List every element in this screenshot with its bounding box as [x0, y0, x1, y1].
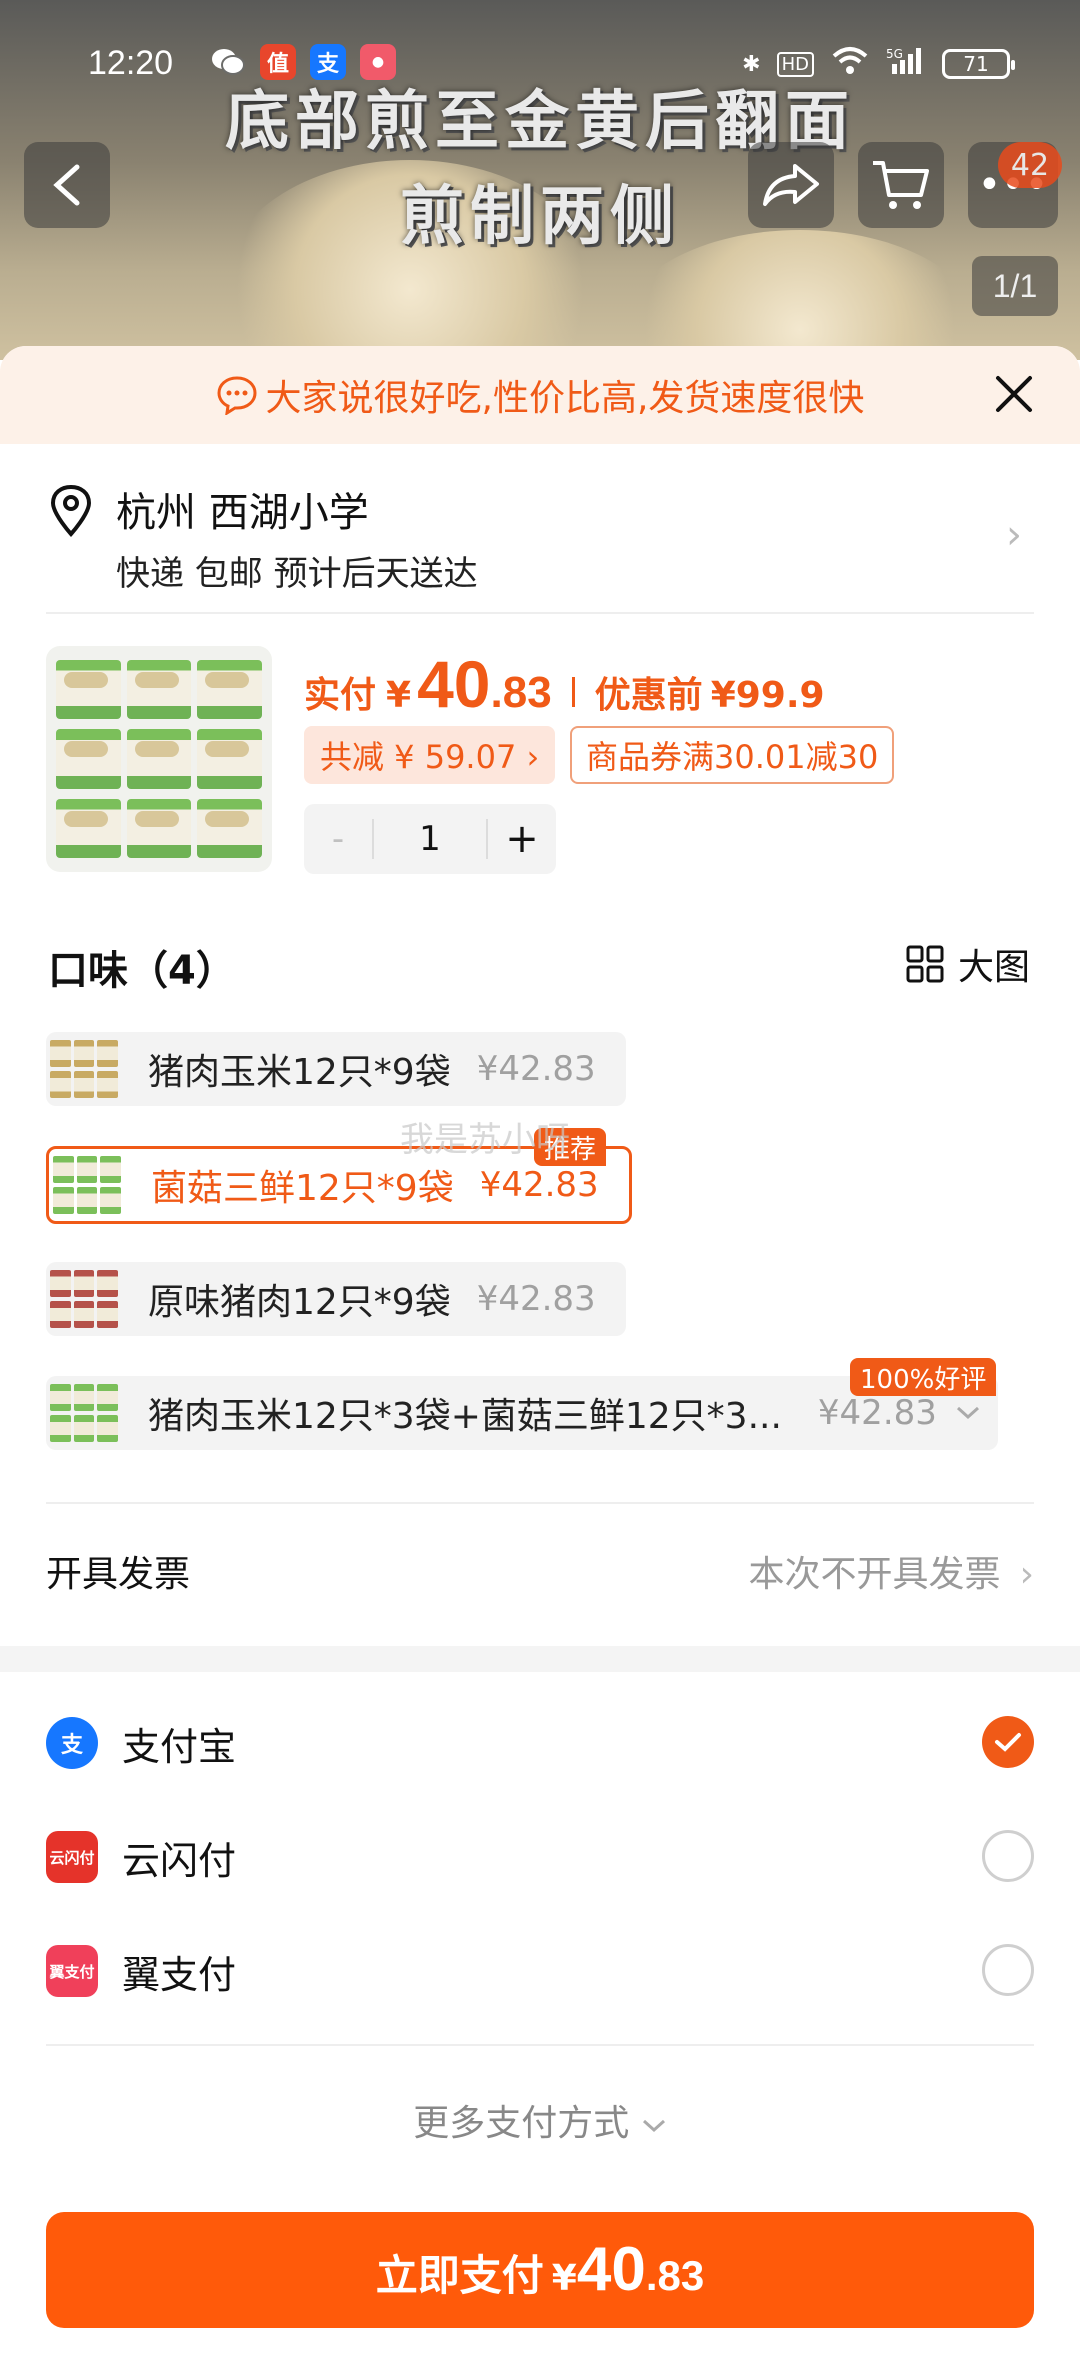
flavor-thumbnail [46, 1376, 122, 1450]
zhi-app-icon: 值 [260, 44, 296, 80]
flavor-section-title: 口味（4） [48, 948, 236, 994]
invoice-value: 本次不开具发票 [748, 1554, 1001, 1595]
divider [46, 2044, 1034, 2046]
game-app-icon: ● [360, 44, 396, 80]
close-icon[interactable] [990, 370, 1038, 418]
shipping-info: 快递 包邮 预计后天送达 [116, 554, 478, 594]
flavor-name: 菌菇三鲜12只*9袋 [151, 1168, 454, 1209]
status-time: 12:20 [88, 44, 174, 82]
chevron-left-icon [53, 164, 80, 206]
payment-radio-selected[interactable] [982, 1716, 1034, 1768]
payment-option-alipay[interactable]: 支 支付宝 [46, 1708, 1034, 1778]
pay-label: 实付 [304, 675, 377, 716]
quantity-plus-button[interactable]: + [488, 816, 556, 862]
alipay-icon: 支 [46, 1717, 98, 1769]
media-pager: 1/1 [972, 256, 1058, 316]
chat-bubble-icon [217, 376, 257, 415]
address-city: 杭州 西湖小学 [116, 490, 369, 536]
section-gap [0, 1646, 1080, 1672]
pay-amount-dec: .83 [490, 668, 552, 717]
payment-option-bestpay[interactable]: 翼支付 翼支付 [46, 1936, 1034, 2006]
hd-icon: HD [776, 51, 814, 77]
flavor-price: ¥42.83 [476, 1279, 596, 1319]
payment-name: 云闪付 [122, 1838, 237, 1883]
quantity-minus-button[interactable]: - [304, 819, 372, 859]
wechat-icon [210, 44, 246, 80]
flavor-option[interactable]: 猪肉玉米12只*9袋 ¥42.83 [46, 1032, 626, 1106]
before-discount-label: 优惠前 [594, 675, 703, 716]
unionpay-icon: 云闪付 [46, 1831, 98, 1883]
chevron-down-icon [642, 2119, 665, 2133]
more-payment-label: 更多支付方式 [413, 2103, 630, 2144]
quantity-value[interactable]: 1 [372, 819, 488, 859]
wifi-icon [830, 46, 870, 82]
pay-currency: ¥ [386, 675, 412, 716]
pay-button-label: 立即支付 [375, 2251, 544, 2300]
address-row[interactable]: 杭州 西湖小学 快递 包邮 预计后天送达 › [0, 464, 1080, 614]
invoice-label: 开具发票 [46, 1554, 191, 1595]
quantity-stepper: - 1 + [304, 804, 556, 874]
checkout-sheet: 大家说很好吃,性价比高,发货速度很快 杭州 西湖小学 快递 包邮 预计后天送达 … [0, 346, 1080, 2376]
signal-icon: 5G [886, 46, 926, 82]
share-icon [763, 164, 819, 206]
alipay-status-icon: 支 [310, 44, 346, 80]
review-banner: 大家说很好吃,性价比高,发货速度很快 [0, 346, 1080, 444]
pay-button-int: 40 [576, 2235, 646, 2304]
product-thumbnail[interactable] [46, 646, 272, 872]
pay-button-dec: .83 [645, 2252, 705, 2299]
back-button[interactable] [24, 142, 110, 228]
status-bar: 12:20 值 支 ● ✱ HD 5G 71 [0, 40, 1080, 90]
invoice-row[interactable]: 开具发票 本次不开具发票 › [46, 1536, 1034, 1606]
flavor-thumbnail [46, 1032, 122, 1106]
battery-indicator: 71 [942, 49, 1015, 79]
divider [46, 612, 1034, 614]
status-right: ✱ HD 5G 71 [742, 46, 1015, 82]
bluetooth-icon: ✱ [742, 51, 761, 77]
price-separator [571, 677, 575, 707]
coupon-tag: 商品券满30.01减30 [570, 726, 895, 784]
grid-icon [906, 945, 944, 983]
positive-review-tag: 100%好评 [850, 1358, 997, 1396]
total-discount-tag[interactable]: 共减 ¥ 59.07 › [304, 726, 556, 784]
payment-radio[interactable] [982, 1830, 1034, 1882]
flavor-name: 猪肉玉米12只*3袋+菌菇三鲜12只*3... [148, 1396, 782, 1437]
big-picture-toggle[interactable]: 大图 [906, 938, 1030, 990]
flavor-option[interactable]: 原味猪肉12只*9袋 ¥42.83 [46, 1262, 626, 1336]
cart-button[interactable] [858, 142, 944, 228]
bestpay-icon: 翼支付 [46, 1945, 98, 1997]
payment-name: 支付宝 [122, 1724, 237, 1769]
payment-option-unionpay[interactable]: 云闪付 云闪付 [46, 1822, 1034, 1892]
location-pin-icon [50, 484, 92, 537]
flavor-price: ¥42.83 [817, 1393, 937, 1433]
pay-now-button[interactable]: 立即支付 ¥ 40 .83 [46, 2212, 1034, 2328]
big-picture-label: 大图 [957, 947, 1030, 988]
flavor-thumbnail [49, 1148, 125, 1222]
svg-text:5G: 5G [886, 47, 903, 61]
flavor-thumbnail [46, 1262, 122, 1336]
flavor-price: ¥42.83 [476, 1049, 596, 1089]
cart-count-badge: 42 [998, 142, 1062, 188]
review-banner-text: 大家说很好吃,性价比高,发货速度很快 [265, 378, 865, 419]
divider [46, 1502, 1034, 1504]
flavor-name: 原味猪肉12只*9袋 [148, 1282, 451, 1323]
pay-button-currency: ¥ [551, 2258, 577, 2299]
before-discount-value: ¥99.9 [710, 675, 825, 716]
chevron-right-icon: › [1006, 512, 1022, 558]
chevron-down-icon[interactable] [955, 1404, 981, 1422]
pay-amount-int: 40 [417, 647, 491, 721]
payment-name: 翼支付 [122, 1952, 237, 1997]
watermark-text: 我是苏小呀 [400, 1120, 570, 1160]
status-app-icons: 值 支 ● [210, 44, 396, 80]
flavor-price: ¥42.83 [479, 1165, 599, 1205]
payment-radio[interactable] [982, 1944, 1034, 1996]
more-payment-methods[interactable]: 更多支付方式 [0, 2094, 1080, 2146]
check-icon [995, 1733, 1021, 1752]
share-button[interactable] [748, 142, 834, 228]
flavor-name: 猪肉玉米12只*9袋 [148, 1052, 451, 1093]
cart-icon [873, 161, 929, 209]
price-line: 实付 ¥ 40 .83 优惠前 ¥99.9 [304, 646, 825, 722]
chevron-right-icon: › [1019, 1554, 1034, 1595]
